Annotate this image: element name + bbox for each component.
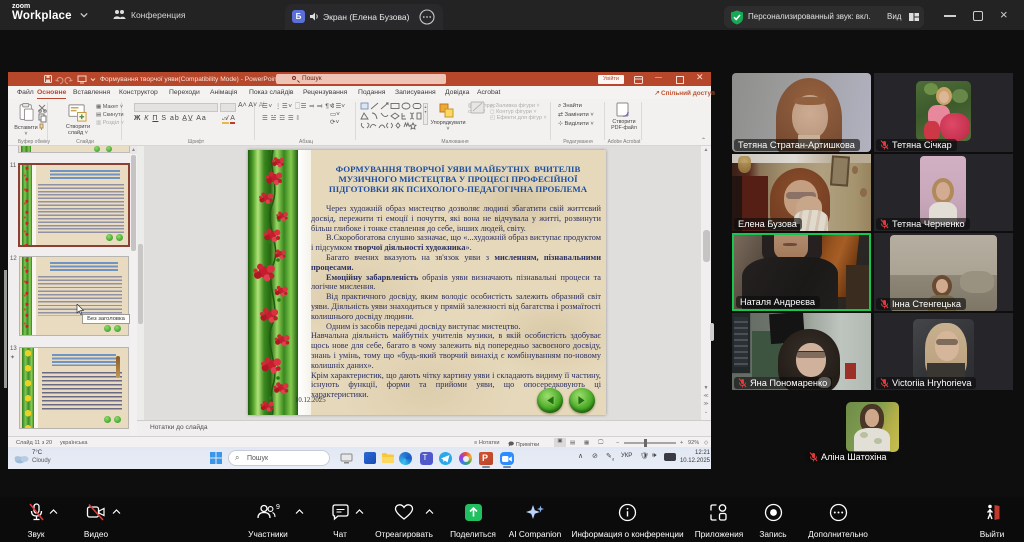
svg-text:9: 9 (276, 504, 280, 511)
